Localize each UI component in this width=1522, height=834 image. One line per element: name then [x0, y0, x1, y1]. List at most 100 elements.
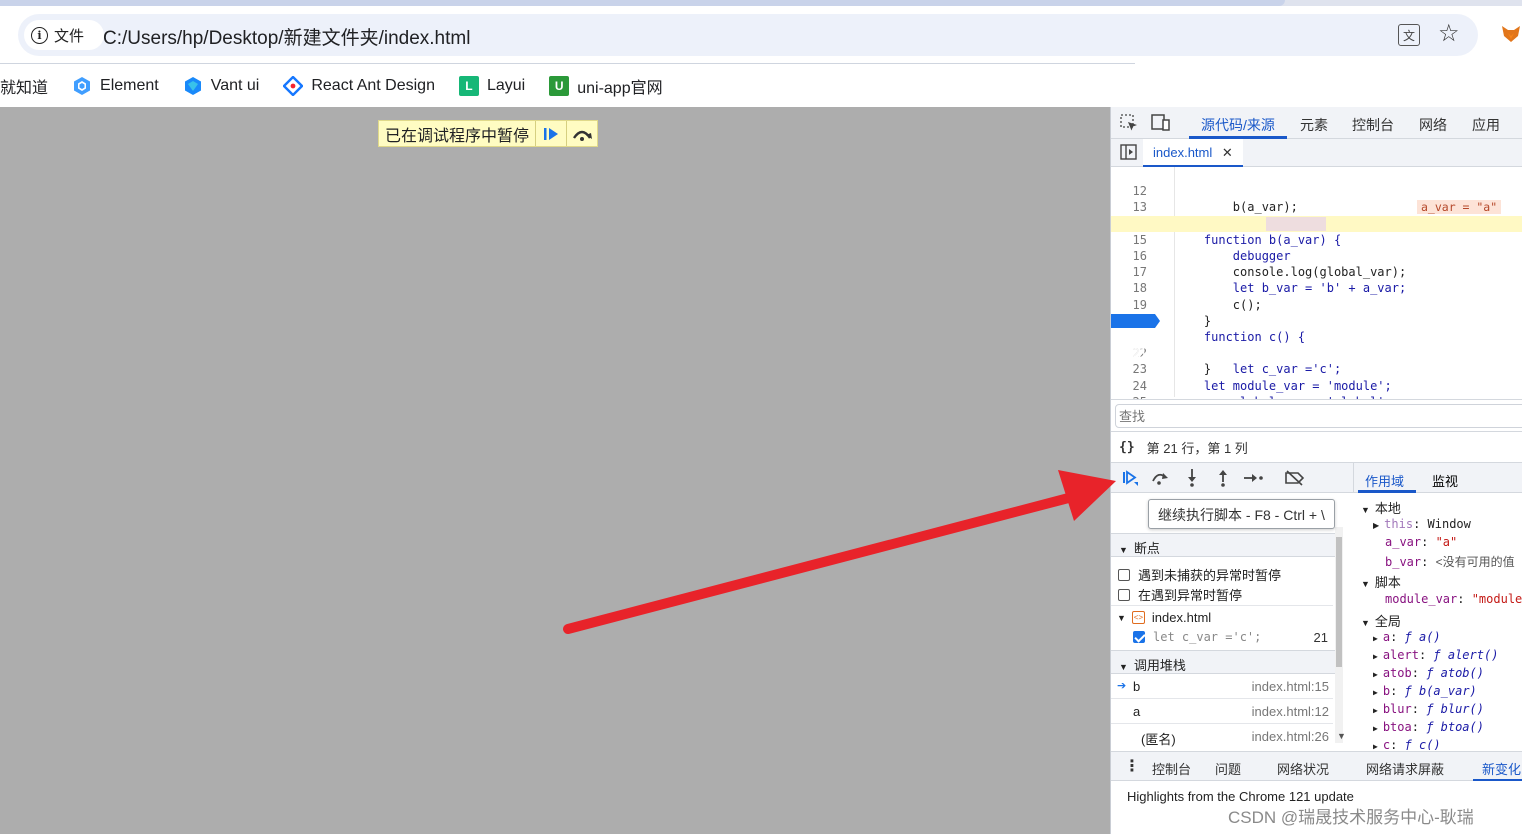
- more-options-icon[interactable]: ⋮: [1124, 756, 1140, 776]
- scroll-down-icon[interactable]: ▼: [1337, 731, 1346, 741]
- deactivate-breakpoints-button[interactable]: [1284, 468, 1306, 488]
- drawer-tab-network-conditions[interactable]: 网络状况: [1277, 759, 1329, 778]
- step-out-icon: [1219, 470, 1227, 487]
- collapsed-triangle-icon: ▶: [1373, 742, 1378, 750]
- address-bar[interactable]: i 文件 C:/Users/hp/Desktop/新建文件夹/index.htm…: [18, 14, 1478, 56]
- callstack-frame-active[interactable]: ➔ b index.html:15: [1111, 675, 1333, 699]
- drawer-tab-issues[interactable]: 问题: [1215, 759, 1241, 778]
- frame-name: (匿名): [1141, 732, 1176, 747]
- bookmark-label: Element: [100, 76, 159, 94]
- checkbox[interactable]: [1118, 568, 1130, 581]
- scope-script-header[interactable]: ▼ 脚本: [1361, 572, 1401, 591]
- resume-button[interactable]: [1119, 468, 1141, 488]
- collapsed-triangle-icon: ▶: [1373, 670, 1378, 679]
- prop-name: a: [1382, 630, 1391, 644]
- code-line: 12 b(a_var);: [1111, 167, 1522, 214]
- bookmark-item[interactable]: U uni-app官网: [549, 74, 663, 98]
- callstack-frame[interactable]: a index.html:12: [1111, 700, 1333, 724]
- code-line: 22 }: [1111, 329, 1522, 376]
- scope-watch-tabs: 作用域 监视: [1353, 463, 1522, 493]
- bookmark-item[interactable]: L Layui: [458, 75, 525, 96]
- drawer-tab-request-blocking[interactable]: 网络请求屏蔽: [1366, 759, 1444, 778]
- expand-triangle-icon: ▼: [1119, 545, 1128, 555]
- tab-elements[interactable]: 元素: [1300, 115, 1328, 135]
- scope-property[interactable]: ▶ c: ƒ c(): [1373, 738, 1441, 750]
- step-over-icon: [1152, 473, 1168, 485]
- scope-property[interactable]: ▶ a: ƒ a(): [1373, 630, 1441, 644]
- bookmark-item[interactable]: React Ant Design: [283, 75, 435, 96]
- toggle-navigator-icon[interactable]: [1120, 144, 1138, 161]
- tab-watch[interactable]: 监视: [1432, 471, 1458, 490]
- inspect-element-icon[interactable]: [1120, 114, 1138, 132]
- scope-property[interactable]: b_var: <没有可用的值: [1385, 553, 1515, 570]
- scope-property[interactable]: ▶ alert: ƒ alert(): [1373, 648, 1498, 662]
- browser-toolbar: i 文件 C:/Users/hp/Desktop/新建文件夹/index.htm…: [0, 6, 1522, 64]
- frame-location[interactable]: index.html:12: [1252, 704, 1329, 719]
- frame-name: b: [1133, 679, 1141, 694]
- pause-caught-option[interactable]: 在遇到异常时暂停: [1118, 585, 1242, 604]
- device-toolbar-icon[interactable]: [1151, 114, 1171, 132]
- checkbox[interactable]: [1118, 588, 1130, 601]
- bookmark-item[interactable]: Vant ui: [183, 76, 259, 96]
- star-icon[interactable]: ☆: [1438, 20, 1460, 48]
- site-info-chip[interactable]: i 文件: [24, 20, 104, 50]
- breakpoint-file-name: index.html: [1151, 610, 1212, 625]
- url-text[interactable]: C:/Users/hp/Desktop/新建文件夹/index.html: [103, 23, 470, 50]
- line-number[interactable]: 21: [1111, 345, 1159, 361]
- scope-property[interactable]: ▶ b: ƒ b(a_var): [1373, 684, 1477, 698]
- bookmark-item[interactable]: 就知道: [0, 74, 48, 98]
- collapsed-triangle-icon: ▶: [1373, 706, 1378, 715]
- code-line: 18 c();: [1111, 264, 1522, 311]
- resume-button[interactable]: [535, 121, 566, 146]
- close-icon[interactable]: ✕: [1222, 145, 1233, 160]
- breakpoint-item[interactable]: let c_var ='c'; 21: [1133, 630, 1328, 645]
- frame-location[interactable]: index.html:26: [1252, 729, 1329, 744]
- pause-uncaught-option[interactable]: 遇到未捕获的异常时暂停: [1118, 565, 1281, 584]
- scope-property[interactable]: module_var: "module: [1385, 592, 1522, 606]
- scope-local-header[interactable]: ▼ 本地: [1361, 498, 1401, 517]
- code-editor[interactable]: 12 b(a_var); 13 } 14 function b(a_var) {…: [1111, 167, 1522, 409]
- step-over-button[interactable]: [566, 121, 597, 146]
- tab-network[interactable]: 网络: [1419, 115, 1447, 135]
- bookmark-item[interactable]: Element: [72, 76, 159, 96]
- prop-value: <没有可用的值: [1435, 555, 1515, 569]
- tab-scope[interactable]: 作用域: [1365, 471, 1404, 490]
- left-pane-scrollbar[interactable]: [1335, 527, 1343, 743]
- prop-name: atob: [1382, 666, 1412, 680]
- pretty-print-icon[interactable]: {}: [1119, 440, 1135, 455]
- search-input[interactable]: [1115, 404, 1522, 428]
- step-over-icon: [573, 130, 593, 141]
- devtools-panel: 源代码/来源 元素 控制台 网络 应用 index.html ✕ 12 b(a_…: [1110, 107, 1522, 834]
- scope-property[interactable]: ▶ btoa: ƒ btoa(): [1373, 720, 1484, 734]
- extension-fox-icon[interactable]: [1500, 22, 1522, 44]
- tab-sources[interactable]: 源代码/来源: [1201, 115, 1275, 135]
- step-over-button[interactable]: [1149, 468, 1171, 488]
- breakpoint-file-row[interactable]: ▼ <> index.html: [1117, 610, 1211, 625]
- frame-location[interactable]: index.html:15: [1252, 679, 1329, 694]
- prop-value: ƒ atob(): [1426, 666, 1484, 680]
- scope-property[interactable]: a_var: "a": [1385, 535, 1457, 549]
- callstack-section-header[interactable]: ▼ 调用堆栈: [1111, 650, 1337, 674]
- tab-console[interactable]: 控制台: [1352, 115, 1394, 135]
- step-out-button[interactable]: [1212, 468, 1234, 488]
- scope-property[interactable]: ▶ blur: ƒ blur(): [1373, 702, 1484, 716]
- expand-triangle-icon: ▼: [1361, 618, 1370, 628]
- drawer-tab-console[interactable]: 控制台: [1152, 759, 1191, 778]
- prop-value: ƒ b(a_var): [1404, 684, 1477, 698]
- breakpoint-checkbox[interactable]: [1133, 631, 1145, 643]
- step-into-button[interactable]: [1181, 468, 1203, 488]
- step-into-icon: [1188, 469, 1196, 487]
- tab-application[interactable]: 应用: [1472, 115, 1500, 135]
- callstack-frame[interactable]: (匿名) index.html:26: [1111, 725, 1333, 749]
- prop-value: "module: [1471, 592, 1522, 606]
- breakpoint-marker-icon[interactable]: [1111, 313, 1161, 329]
- code-line: 24 var global_var = 'global';: [1111, 361, 1522, 409]
- scope-property[interactable]: ▶ atob: ƒ atob(): [1373, 666, 1484, 680]
- breakpoints-section-header[interactable]: ▼ 断点: [1111, 533, 1337, 557]
- translate-icon[interactable]: 文: [1398, 24, 1420, 46]
- file-tab-index[interactable]: index.html ✕: [1143, 139, 1243, 167]
- scope-global-header[interactable]: ▼ 全局: [1361, 611, 1401, 630]
- scope-property[interactable]: ▶ this: Window: [1373, 517, 1471, 531]
- step-button[interactable]: [1243, 468, 1265, 488]
- drawer-tab-whats-new[interactable]: 新变化: [1482, 759, 1521, 778]
